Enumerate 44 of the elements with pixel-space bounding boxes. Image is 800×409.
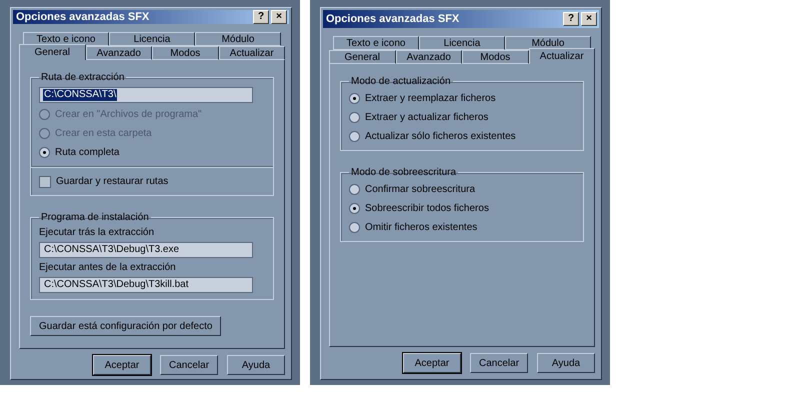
group-title: Ruta de extracción [40,72,126,83]
tab[interactable]: Avanzado [396,50,462,64]
tab[interactable]: Módulo [505,36,591,50]
save-defaults-button[interactable]: Guardar está configuración por defecto [30,316,222,336]
tab[interactable]: Avanzado [86,46,152,60]
radio-option[interactable]: Actualizar sólo ficheros existentes [349,129,575,144]
tab[interactable]: Actualizar [218,46,285,60]
dialog-button[interactable]: Ayuda [537,353,595,373]
text-field[interactable]: C:\CONSSA\T3\Debug\T3.exe [39,242,253,258]
tab[interactable]: Texto e icono [333,36,419,50]
dialog-button[interactable]: Aceptar [403,353,461,373]
tab[interactable]: General [329,50,396,64]
radio-option[interactable]: Confirmar sobreescritura [349,182,575,197]
field-label: Ejecutar antes de la extracción [39,262,177,273]
window-title: Opciones avanzadas SFX [16,11,150,23]
close-button[interactable]: × [271,10,287,24]
close-button[interactable]: × [581,12,597,26]
field-label: Ejecutar trás la extracción [39,227,156,238]
dialog-button[interactable]: Ayuda [227,355,285,375]
tab[interactable]: General [19,44,86,60]
text-field[interactable]: C:\CONSSA\T3\ [39,87,253,103]
dialog-button[interactable]: Aceptar [93,355,151,375]
group-title: Modo de actualización [350,76,452,87]
checkbox-option[interactable]: Guardar y restaurar rutas [39,174,265,189]
radio-option[interactable]: Omitir ficheros existentes [349,220,575,235]
dialog-button[interactable]: Cancelar [470,353,528,373]
tab[interactable]: Actualizar [528,48,595,64]
tab[interactable]: Licencia [109,32,195,46]
tab[interactable]: Modos [462,50,528,64]
group-title: Programa de instalación [40,212,150,223]
tab[interactable]: Licencia [419,36,505,50]
radio-option[interactable]: Extraer y reemplazar ficheros [349,91,575,106]
radio-option[interactable]: Sobreescribir todos ficheros [349,201,575,216]
window-title: Opciones avanzadas SFX [326,13,460,25]
tab[interactable]: Módulo [195,32,281,46]
tab[interactable]: Modos [152,46,218,60]
help-button[interactable]: ? [253,10,269,24]
group-title: Modo de sobreescritura [350,167,458,178]
dialog-button[interactable]: Cancelar [160,355,218,375]
tab[interactable]: Texto e icono [23,32,109,46]
radio-option[interactable]: Ruta completa [39,145,265,160]
radio-option[interactable]: Extraer y actualizar ficheros [349,110,575,125]
help-button[interactable]: ? [563,12,579,26]
text-field[interactable]: C:\CONSSA\T3\Debug\T3kill.bat [39,277,253,293]
